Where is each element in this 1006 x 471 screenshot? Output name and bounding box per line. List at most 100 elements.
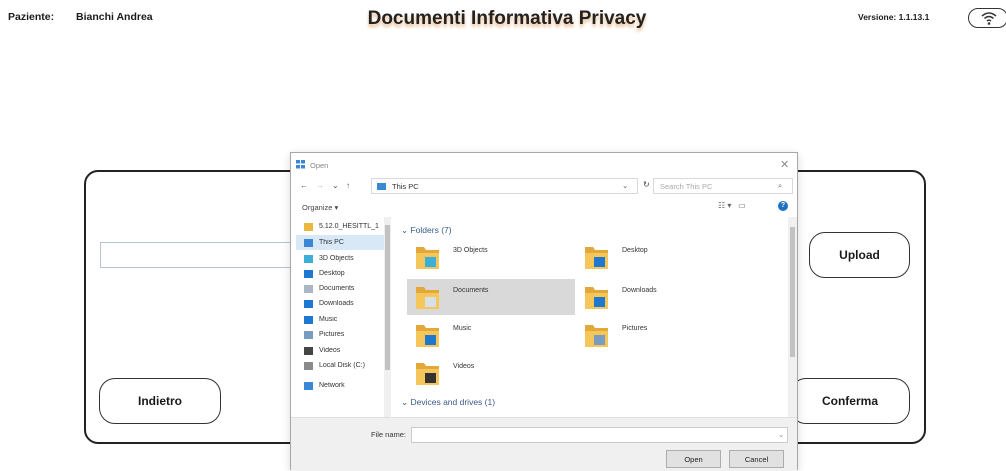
close-icon[interactable]: ✕ [780,158,789,171]
nav-item-pictures[interactable]: Pictures [296,327,388,342]
folder-label: Desktop [622,247,648,254]
search-icon: ⌕ [778,181,783,190]
nav-item-label: Pictures [319,331,345,338]
refresh-icon[interactable]: ↻ [643,180,650,189]
file-path-input[interactable] [100,242,310,268]
search-input[interactable]: Search This PC ⌕ [653,178,793,194]
folder-pictures[interactable]: Pictures [576,317,744,353]
nav-item-network[interactable]: Network [296,378,388,393]
recent-locations-icon[interactable]: ⌄ [332,181,339,190]
nav-pane-scroll-thumb[interactable] [385,225,390,370]
folder-downloads[interactable]: Downloads [576,279,744,315]
folder-documents[interactable]: Documents [407,279,575,315]
disk-icon [304,361,313,370]
content-pane: ⌄ Folders (7) 3D Objects Desktop Documents… [399,217,789,417]
devices-group-header[interactable]: ⌄ Devices and drives (1) [401,397,495,408]
chevron-down-icon[interactable]: ⌄ [622,181,628,190]
patient-label: Paziente: [8,11,55,23]
page-title: Documenti Informativa Privacy [367,8,647,29]
content-scroll-thumb[interactable] [790,227,795,357]
nav-item-label: Local Disk (C:) [319,362,365,369]
pc-icon [304,238,313,247]
folder-label: Downloads [622,287,657,294]
nav-item-label: This PC [319,239,344,246]
nav-item-local-disk-c[interactable]: Local Disk (C:) [296,358,388,373]
nav-item-3d-objects[interactable]: 3D Objects [296,251,388,266]
nav-item-this-pc[interactable]: This PC [296,235,388,250]
nav-item-5-12-0-hesittl-1[interactable]: 5.12.0_HESITTL_1 [296,219,388,234]
up-arrow-icon[interactable]: ↑ [346,181,350,190]
folder-label: Music [453,325,472,332]
folder-icon [585,287,608,309]
desktop-icon [304,269,313,278]
cancel-button[interactable]: Cancel [729,450,784,468]
folder-icon [585,325,608,347]
nav-item-videos[interactable]: Videos [296,343,388,358]
nav-item-label: Documents [319,285,355,292]
nav-item-desktop[interactable]: Desktop [296,266,388,281]
nav-item-music[interactable]: Music [296,312,388,327]
confirm-button[interactable]: Conferma [790,378,910,424]
patient-name: Bianchi Andrea [76,11,153,23]
nav-item-label: Desktop [319,270,345,277]
folder-videos[interactable]: Videos [407,355,575,391]
navigation-bar: ← → ⌄ ↑ This PC ⌄ ↻ Search This PC ⌕ [291,175,797,197]
folders-group-header[interactable]: ⌄ Folders (7) [401,225,452,236]
view-options-icon[interactable]: ☷ ▾ ▭ [718,201,746,210]
navigation-pane: 5.12.0_HESITTL_1 This PC 3D Objects Desktop… [296,217,396,417]
open-file-dialog: Open ✕ ← → ⌄ ↑ This PC ⌄ ↻ Search This P… [290,152,798,471]
nav-item-documents[interactable]: Documents [296,281,388,296]
music-icon [304,315,313,324]
dialog-title: Open [310,161,329,170]
address-bar[interactable]: This PC ⌄ [371,178,638,194]
nav-item-downloads[interactable]: Downloads [296,296,388,311]
nav-item-label: Music [319,316,338,323]
nav-pane-scrollbar[interactable] [384,217,391,417]
document-icon [304,284,313,293]
folder-icon [416,247,439,269]
content-scrollbar[interactable] [788,217,797,417]
nav-item-label: Network [319,382,345,389]
address-text: This PC [392,182,419,191]
app-icon [296,160,305,169]
folder-label: Pictures [622,325,648,332]
folder-desktop[interactable]: Desktop [576,239,744,275]
folder-icon [416,325,439,347]
dialog-titlebar[interactable]: Open ✕ [291,153,797,175]
filename-label: File name: [371,430,407,439]
folder-label: 3D Objects [453,247,488,254]
nav-item-label: Videos [319,347,341,354]
filename-input[interactable]: ⌄ [411,427,788,443]
video-icon [304,346,313,355]
dialog-footer: File name: ⌄ Open Cancel [291,417,797,471]
chevron-down-icon[interactable]: ⌄ [778,430,784,439]
folder-icon [304,222,313,231]
folder-label: Videos [453,363,475,370]
wifi-icon [981,12,997,25]
folder-icon [416,363,439,385]
folder-music[interactable]: Music [407,317,575,353]
nav-item-label: 5.12.0_HESITTL_1 [319,223,379,230]
nav-item-label: 3D Objects [319,255,354,262]
folder-3d-objects[interactable]: 3D Objects [407,239,575,275]
back-arrow-icon[interactable]: ← [300,181,308,190]
nav-item-label: Downloads [319,300,354,307]
forward-arrow-icon[interactable]: → [316,181,324,190]
folder-icon [585,247,608,269]
open-button[interactable]: Open [666,450,721,468]
picture-icon [304,330,313,339]
back-button[interactable]: Indietro [99,378,221,424]
network-icon [304,381,313,390]
wifi-status-indicator[interactable] [968,8,1006,28]
pc-icon [377,183,386,190]
cube-icon [304,254,313,263]
download-icon [304,299,313,308]
upload-button[interactable]: Upload [809,232,910,278]
organize-button[interactable]: Organize ▾ [302,203,338,212]
version-text: Versione: 1.1.13.1 [858,12,930,22]
search-placeholder: Search This PC [660,182,713,191]
folder-icon [416,287,439,309]
folder-label: Documents [453,287,489,294]
command-bar: Organize ▾ ☷ ▾ ▭ ? [291,199,797,215]
help-icon[interactable]: ? [778,201,788,211]
